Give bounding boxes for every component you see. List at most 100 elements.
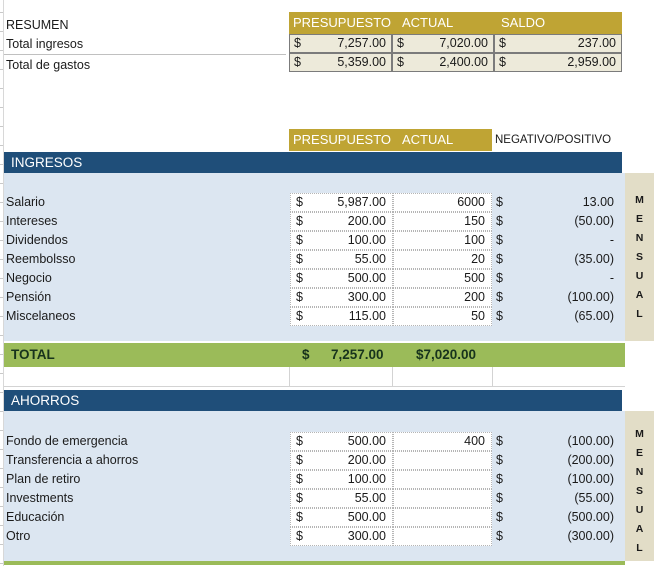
ahorros-diff-cell-2: $ (100.00) [494, 470, 622, 489]
ahorros-row-label-3: Investments [6, 491, 74, 505]
currency-symbol: $ [496, 214, 503, 228]
ahorros-budget-cell-2[interactable]: $100.00 [290, 470, 393, 489]
ahorros-budget-cell-4[interactable]: $500.00 [290, 508, 393, 527]
ahorros-diff-cell-0: $ (100.00) [494, 432, 622, 451]
ingresos-diff-cell-5: $ (100.00) [494, 288, 622, 307]
currency-symbol: $ [296, 434, 303, 448]
currency-symbol: $ [496, 491, 503, 505]
row-tick [0, 335, 3, 336]
summary-balance-value-0: 237.00 [577, 36, 616, 50]
summary-header-budget-label: PRESUPUESTO [293, 15, 392, 30]
ingresos-actual-cell-6[interactable]: 50 [393, 307, 492, 326]
ahorros-budget-cell-5[interactable]: $300.00 [290, 527, 393, 546]
ingresos-diff-cell-6: $ (65.00) [494, 307, 622, 326]
summary-actual-cell-1[interactable]: $ 2,400.00 [392, 53, 494, 72]
ahorros-actual-cell-2[interactable] [393, 470, 492, 489]
ahorros-actual-cell-4[interactable] [393, 508, 492, 527]
grid-line [4, 386, 625, 387]
summary-balance-cell-0[interactable]: $ 237.00 [494, 34, 622, 53]
mensual-letter: S [635, 251, 643, 263]
table-header-budget-label: PRESUPUESTO [293, 132, 392, 147]
ahorros-budget-cell-0[interactable]: $500.00 [290, 432, 393, 451]
row-tick [0, 221, 3, 222]
ingresos-budget-cell-5[interactable]: $300.00 [290, 288, 393, 307]
ingresos-budget-cell-1[interactable]: $200.00 [290, 212, 393, 231]
summary-budget-cell-1[interactable]: $ 5,359.00 [289, 53, 392, 72]
ahorros-budget-value-4: 500.00 [347, 510, 386, 524]
ahorros-budget-cell-1[interactable]: $200.00 [290, 451, 393, 470]
row-tick [0, 259, 3, 260]
ingresos-actual-cell-1[interactable]: 150 [393, 212, 492, 231]
ingresos-budget-value-4: 500.00 [347, 271, 386, 285]
ahorros-actual-cell-1[interactable] [393, 451, 492, 470]
summary-underline [4, 54, 286, 55]
ingresos-actual-cell-2[interactable]: 100 [393, 231, 492, 250]
mensual-letter: M [635, 428, 644, 440]
ingresos-row-label-4: Negocio [6, 271, 52, 285]
ahorros-mensual-strip: MENSUAL [625, 411, 654, 561]
currency-symbol: $ [499, 55, 506, 69]
ahorros-actual-cell-0[interactable]: 400 [393, 432, 492, 451]
ingresos-actual-value-6: 50 [471, 309, 485, 323]
ingresos-budget-cell-4[interactable]: $500.00 [290, 269, 393, 288]
row-tick [0, 202, 3, 203]
ahorros-actual-cell-5[interactable] [393, 527, 492, 546]
ingresos-actual-value-4: 500 [464, 271, 485, 285]
summary-actual-value-1: 2,400.00 [439, 55, 488, 69]
ingresos-budget-cell-3[interactable]: $55.00 [290, 250, 393, 269]
ingresos-budget-value-1: 200.00 [347, 214, 386, 228]
currency-symbol: $ [496, 195, 503, 209]
ahorros-budget-value-5: 300.00 [347, 529, 386, 543]
ingresos-diff-cell-3: $ (35.00) [494, 250, 622, 269]
ahorros-budget-value-3: 55.00 [354, 491, 386, 505]
summary-budget-cell-0[interactable]: $ 7,257.00 [289, 34, 392, 53]
ingresos-budget-cell-6[interactable]: $115.00 [290, 307, 393, 326]
ingresos-budget-cell-2[interactable]: $100.00 [290, 231, 393, 250]
section-header-ahorros: AHORROS [4, 390, 622, 411]
ingresos-budget-value-2: 100.00 [347, 233, 386, 247]
budget-spreadsheet: RESUMEN Total ingresos Total de gastos P… [0, 0, 654, 566]
currency-symbol: $ [496, 309, 503, 323]
ingresos-total-row: TOTAL $ 7,257.00 $7,020.00 [4, 343, 625, 367]
currency-symbol: $ [496, 233, 503, 247]
currency-symbol: $ [496, 290, 503, 304]
grid-line [492, 367, 493, 386]
mensual-letter: L [636, 542, 643, 554]
ahorros-budget-cell-3[interactable]: $55.00 [290, 489, 393, 508]
ingresos-actual-value-5: 200 [464, 290, 485, 304]
mensual-letter: L [636, 308, 643, 320]
ingresos-diff-value-2: - [609, 233, 614, 247]
summary-budget-value-0: 7,257.00 [337, 36, 386, 50]
row-tick [0, 145, 3, 146]
summary-header-actual-label: ACTUAL [402, 15, 454, 30]
ingresos-actual-cell-4[interactable]: 500 [393, 269, 492, 288]
summary-balance-cell-1[interactable]: $ 2,959.00 [494, 53, 622, 72]
mensual-letter: M [635, 194, 644, 206]
ingresos-actual-value-0: 6000 [457, 195, 485, 209]
ingresos-actual-cell-5[interactable]: 200 [393, 288, 492, 307]
grid-line [289, 367, 290, 386]
currency-symbol: $ [296, 510, 303, 524]
mensual-letter: U [635, 504, 644, 516]
ingresos-total-label: TOTAL [11, 347, 55, 362]
ingresos-budget-value-0: 5,987.00 [337, 195, 386, 209]
ingresos-actual-cell-0[interactable]: 6000 [393, 193, 492, 212]
ingresos-budget-value-5: 300.00 [347, 290, 386, 304]
ingresos-row-label-5: Pensión [6, 290, 52, 304]
ingresos-row-label-0: Salario [6, 195, 45, 209]
row-tick [0, 88, 3, 89]
currency-symbol: $ [496, 472, 503, 486]
ingresos-actual-cell-3[interactable]: 20 [393, 250, 492, 269]
ahorros-actual-cell-3[interactable] [393, 489, 492, 508]
currency-symbol: $ [296, 491, 303, 505]
ingresos-budget-cell-0[interactable]: $5,987.00 [290, 193, 393, 212]
row-tick [0, 69, 3, 70]
summary-actual-cell-0[interactable]: $ 7,020.00 [392, 34, 494, 53]
ahorros-diff-value-4: (500.00) [567, 510, 614, 524]
currency-symbol: $ [296, 309, 303, 323]
currency-symbol: $ [496, 510, 503, 524]
table-header-actual-label: ACTUAL [402, 132, 454, 147]
currency-symbol: $ [397, 36, 404, 50]
ahorros-budget-value-1: 200.00 [347, 453, 386, 467]
ingresos-diff-value-3: (35.00) [574, 252, 614, 266]
